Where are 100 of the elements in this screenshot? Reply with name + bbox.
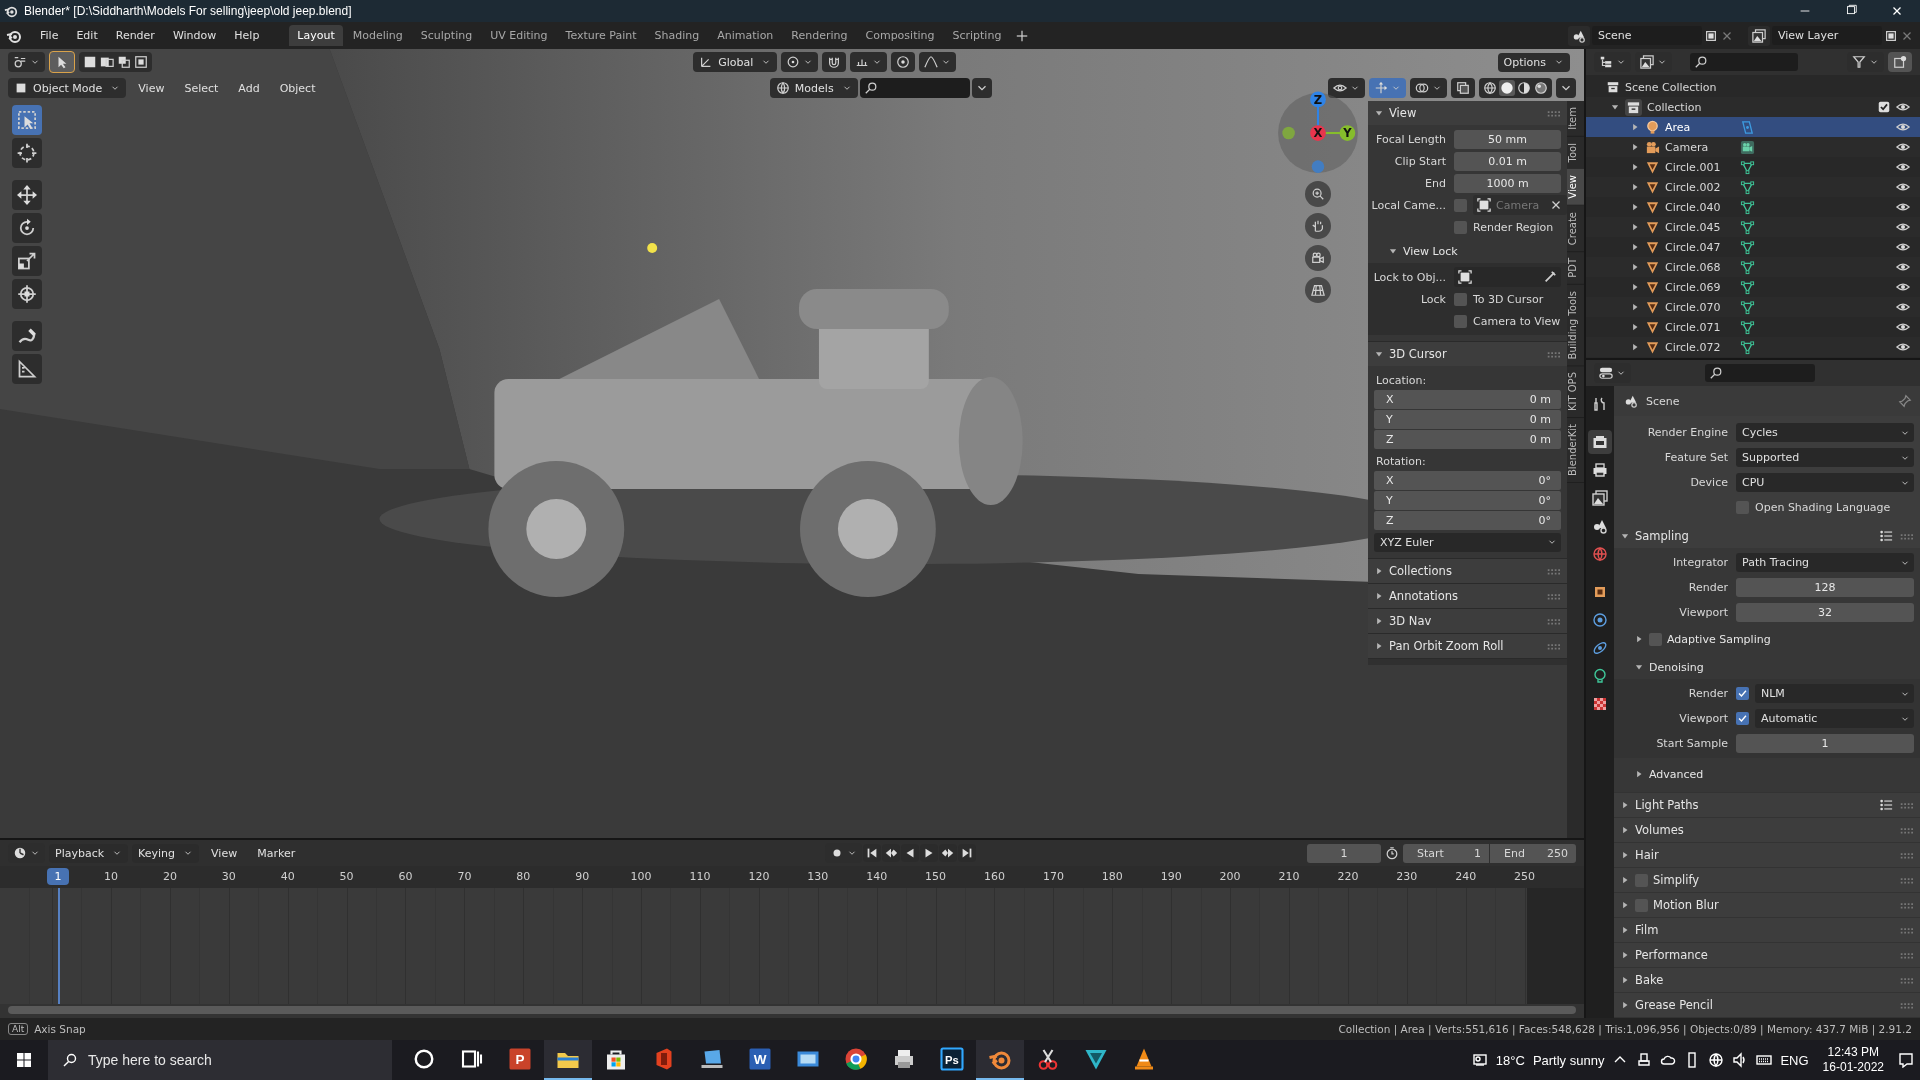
number-field[interactable]: 1000 m xyxy=(1454,173,1561,193)
dropdown[interactable]: CPU xyxy=(1736,473,1914,492)
number-field[interactable]: 32 xyxy=(1736,603,1914,622)
menu-item[interactable]: Marker xyxy=(249,843,304,863)
menu-item[interactable]: Object xyxy=(271,78,324,98)
checkbox-label: Open Shading Language xyxy=(1755,501,1891,514)
tree-item[interactable]: Circle.071 xyxy=(1586,317,1920,337)
panel-header[interactable]: Adaptive Sampling xyxy=(1620,627,1914,651)
frame-number: 160 xyxy=(983,870,1006,883)
window-title: Blender* [D:\Siddharth\Models For selling\jeep\old jeep.blend] xyxy=(24,4,352,18)
field-label: Focal Length xyxy=(1376,132,1446,146)
sidebar-tab[interactable]: Create xyxy=(1567,205,1584,253)
number-field[interactable]: X 0° xyxy=(1374,471,1561,490)
clock[interactable]: 12:43 PM 16-01-2022 xyxy=(1816,1045,1890,1075)
sidebar-tab[interactable]: KIT OPS xyxy=(1567,366,1584,419)
menu-item[interactable]: View xyxy=(203,843,246,863)
panel-header[interactable]: 3D Cursor xyxy=(1368,342,1567,366)
workspace-tab[interactable]: Shading xyxy=(646,25,708,46)
menu-item[interactable]: Edit xyxy=(68,26,106,45)
frame-number: 170 xyxy=(1041,870,1065,883)
frame-field[interactable]: 1 xyxy=(1307,843,1381,863)
field-label: Clip Start xyxy=(1394,154,1446,168)
start-frame-field[interactable]: Start 1 xyxy=(1403,843,1489,863)
checkbox-label: Camera to View xyxy=(1473,314,1561,328)
menu-dropdown[interactable]: Keying xyxy=(132,843,200,863)
panel-header[interactable]: 3D Nav xyxy=(1368,609,1567,633)
workspace-tab[interactable]: Texture Paint xyxy=(557,25,645,46)
dropdown[interactable]: Path Tracing xyxy=(1736,553,1914,572)
playhead[interactable]: 1 xyxy=(47,868,69,885)
checkbox-label: To 3D Cursor xyxy=(1473,292,1544,306)
panel-header[interactable]: View Lock xyxy=(1374,239,1561,263)
panel-header[interactable]: Annotations xyxy=(1368,584,1567,608)
number-field[interactable]: Y 0 m xyxy=(1374,410,1561,429)
document-app-icon: W xyxy=(748,1047,772,1071)
menu-item[interactable]: Help xyxy=(226,26,268,45)
menu-item[interactable]: Add xyxy=(230,78,268,98)
workspace-tab[interactable]: UV Editing xyxy=(482,25,556,46)
sidebar-tab[interactable]: View xyxy=(1567,169,1584,206)
collection-dropdown[interactable]: Models xyxy=(769,78,858,98)
language-indicator[interactable]: ENG xyxy=(1780,1052,1809,1068)
taskbar-app[interactable]: W xyxy=(736,1040,784,1080)
tree-item[interactable]: Circle.069 xyxy=(1586,277,1920,297)
menu-item[interactable]: Select xyxy=(176,78,227,98)
menu-item[interactable]: Window xyxy=(164,26,225,45)
number-field[interactable]: Z 0 m xyxy=(1374,430,1561,449)
dropdown[interactable]: XYZ Euler xyxy=(1374,532,1561,552)
number-field[interactable]: Y 0° xyxy=(1374,491,1561,510)
sidebar-tab[interactable]: BlenderKit xyxy=(1567,418,1584,484)
number-field[interactable]: 50 mm xyxy=(1454,129,1561,149)
workspace-tab[interactable]: Rendering xyxy=(783,25,856,46)
panel-header[interactable]: Advanced xyxy=(1620,762,1914,786)
taskbar-app[interactable]: Ps xyxy=(928,1040,976,1080)
workspace-tab[interactable]: Animation xyxy=(709,25,782,46)
menu-item[interactable]: Render xyxy=(107,26,163,45)
tree-item[interactable]: Circle.040 xyxy=(1586,197,1920,217)
tree-item[interactable]: Circle.047 xyxy=(1586,237,1920,257)
sidebar-tab[interactable]: Building Tools xyxy=(1567,285,1584,367)
tree-item[interactable]: Area xyxy=(1586,117,1920,137)
menu-item[interactable]: View xyxy=(130,78,173,98)
temperature: 18°C xyxy=(1495,1052,1525,1068)
dropdown[interactable]: Automatic xyxy=(1755,709,1914,728)
workspace-tab[interactable]: Layout xyxy=(289,25,343,46)
tree-item[interactable]: Circle.001 xyxy=(1586,157,1920,177)
name-field[interactable]: View Layer xyxy=(1772,26,1882,45)
sidebar-tab[interactable]: PDT xyxy=(1567,252,1584,285)
panel-header[interactable]: Denoising xyxy=(1620,655,1914,679)
number-field[interactable]: 128 xyxy=(1736,578,1914,597)
panel-header[interactable]: Collections xyxy=(1368,559,1567,583)
menu-item[interactable]: File xyxy=(32,26,67,45)
context-label: Scene xyxy=(1646,394,1680,408)
frame-number: 250 xyxy=(1513,870,1537,883)
orientation-dropdown[interactable]: Global xyxy=(693,52,778,72)
workspace-tab[interactable]: Modeling xyxy=(344,25,411,46)
name-field[interactable]: Scene xyxy=(1592,26,1702,45)
slides-app-icon: P xyxy=(508,1047,532,1071)
panel-header[interactable]: Pan Orbit Zoom Roll xyxy=(1368,634,1567,658)
tree-item[interactable]: Scene Collection xyxy=(1586,77,1920,97)
dropdown[interactable]: Supported xyxy=(1736,448,1914,467)
number-field[interactable]: 0.01 m xyxy=(1454,151,1561,171)
field-label: Render xyxy=(1688,581,1728,594)
search-field[interactable]: Type here to search xyxy=(48,1040,392,1080)
panel-header[interactable]: View xyxy=(1368,101,1567,125)
frame-number: 60 xyxy=(397,870,414,883)
field-label: Local Came... xyxy=(1371,198,1446,212)
number-field[interactable]: Z 0° xyxy=(1374,511,1561,530)
dropdown[interactable]: Cycles xyxy=(1736,423,1914,442)
sidebar-tab[interactable]: Item xyxy=(1567,101,1584,137)
axis-gizmo[interactable]: Z X Y xyxy=(1276,91,1360,175)
number-field[interactable]: 1 xyxy=(1736,734,1914,753)
dropdown[interactable]: NLM xyxy=(1755,684,1914,703)
mode-dropdown[interactable]: Object Mode xyxy=(8,78,127,98)
menu-dropdown[interactable]: Playback xyxy=(49,843,129,863)
field-label: Render xyxy=(1688,687,1728,700)
workspace-tab[interactable]: Compositing xyxy=(857,25,943,46)
end-frame-field[interactable]: End 250 xyxy=(1490,843,1576,863)
workspace-tab[interactable]: Sculpting xyxy=(412,25,481,46)
workspace-tab[interactable]: Scripting xyxy=(944,25,1010,46)
taskbar-app[interactable]: P xyxy=(496,1040,544,1080)
photo-app-icon: Ps xyxy=(940,1047,964,1071)
number-field[interactable]: X 0 m xyxy=(1374,390,1561,409)
